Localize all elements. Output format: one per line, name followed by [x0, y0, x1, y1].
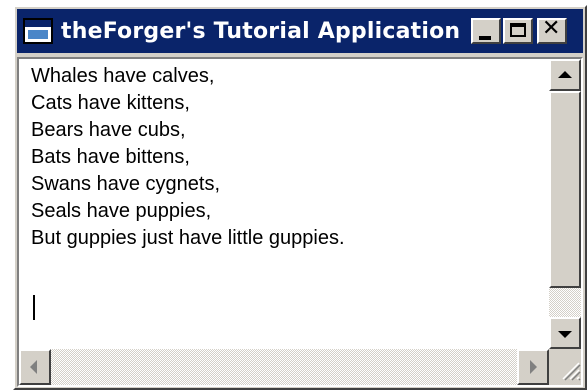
- text-edit-area[interactable]: Whales have calves, Cats have kittens, B…: [19, 59, 549, 349]
- text-line: Cats have kittens,: [31, 92, 190, 114]
- text-line: Whales have calves,: [31, 65, 215, 87]
- window-title: theForger's Tutorial Application: [61, 18, 461, 44]
- text-line: Bats have bittens,: [31, 146, 190, 168]
- scroll-left-button[interactable]: [19, 349, 51, 385]
- maximize-button[interactable]: [503, 18, 533, 44]
- minimize-button[interactable]: [471, 18, 501, 44]
- application-window: theForger's Tutorial Application ✕ Whale…: [13, 5, 587, 390]
- text-line: But guppies just have little guppies.: [31, 227, 345, 249]
- text-line: Seals have puppies,: [31, 200, 212, 222]
- app-window-icon[interactable]: [23, 18, 53, 44]
- arrow-left-icon: [30, 360, 37, 374]
- text-content: Whales have calves, Cats have kittens, B…: [31, 63, 345, 252]
- scroll-right-button[interactable]: [517, 349, 549, 385]
- arrow-down-icon: [558, 331, 572, 338]
- maximize-icon: [510, 23, 526, 37]
- scroll-up-button[interactable]: [549, 59, 581, 91]
- close-icon: ✕: [542, 16, 561, 41]
- text-caret: [33, 295, 35, 320]
- arrow-right-icon: [530, 360, 537, 374]
- close-button[interactable]: ✕: [537, 18, 567, 44]
- minimize-icon: [479, 36, 491, 40]
- resize-grip-icon: [562, 362, 581, 381]
- edit-control-frame: Whales have calves, Cats have kittens, B…: [17, 57, 583, 387]
- horizontal-scrollbar-track[interactable]: [51, 349, 517, 385]
- resize-grip[interactable]: [549, 349, 581, 385]
- vertical-scrollbar[interactable]: [549, 59, 581, 349]
- text-line: Swans have cygnets,: [31, 173, 220, 195]
- arrow-up-icon: [558, 71, 572, 78]
- scroll-down-button[interactable]: [549, 317, 581, 349]
- horizontal-scrollbar[interactable]: [19, 349, 549, 385]
- scrollbar-track[interactable]: [549, 288, 581, 317]
- text-line: Bears have cubs,: [31, 119, 186, 141]
- scrollbar-thumb[interactable]: [549, 91, 581, 288]
- title-bar[interactable]: theForger's Tutorial Application ✕: [17, 9, 583, 53]
